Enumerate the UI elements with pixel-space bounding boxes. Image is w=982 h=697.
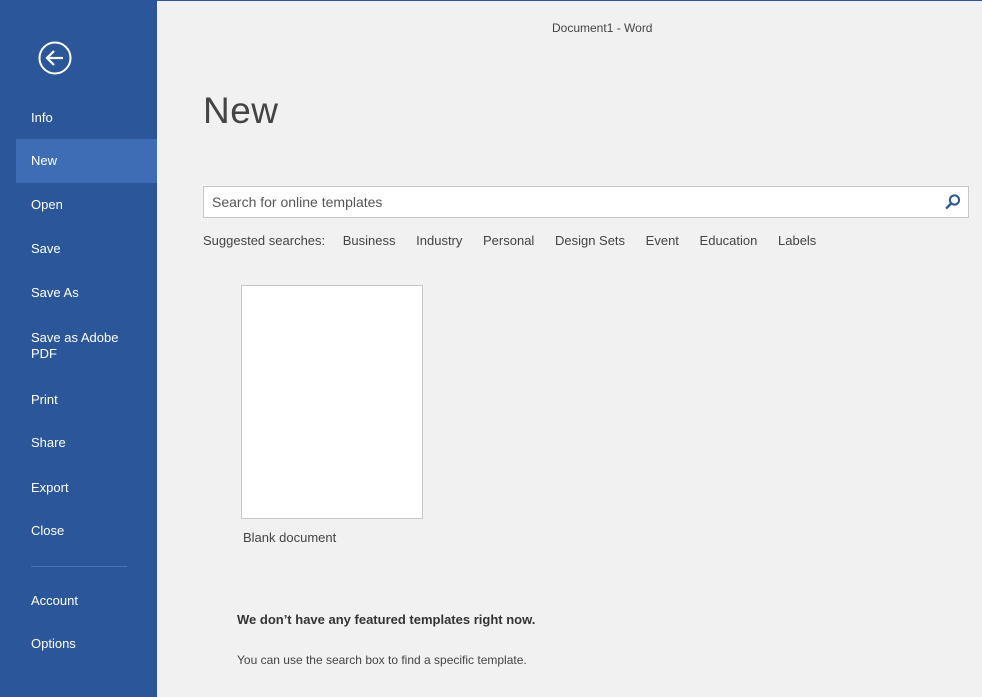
template-search-input[interactable] (204, 187, 924, 217)
sidebar-item-close[interactable]: Close (0, 509, 157, 553)
template-thumbnail (241, 285, 423, 519)
window-title: Document1 - Word (552, 21, 653, 35)
sidebar-item-share[interactable]: Share (0, 421, 157, 465)
title-bar-accent-line (157, 0, 982, 1)
sidebar-divider (31, 566, 127, 567)
template-blank-document[interactable]: Blank document (241, 285, 424, 550)
back-button[interactable] (37, 40, 73, 76)
sidebar-item-new[interactable]: New (16, 139, 157, 183)
suggested-searches: Suggested searches: Business Industry Pe… (203, 233, 833, 248)
search-button[interactable] (944, 193, 962, 211)
sidebar-item-label: Save as Adobe PDF (31, 330, 119, 361)
sidebar-item-export[interactable]: Export (0, 466, 157, 510)
page-title: New (203, 90, 279, 131)
suggested-link-event[interactable]: Event (646, 233, 679, 248)
sidebar-item-account[interactable]: Account (0, 579, 157, 623)
suggested-link-design-sets[interactable]: Design Sets (555, 233, 625, 248)
sidebar-item-options[interactable]: Options (0, 622, 157, 666)
no-featured-templates-message: We don’t have any featured templates rig… (237, 612, 536, 627)
sidebar-item-save-as-adobe-pdf[interactable]: Save as Adobe PDF (0, 318, 157, 378)
suggested-link-industry[interactable]: Industry (416, 233, 462, 248)
search-hint-text: You can use the search box to find a spe… (237, 653, 527, 667)
search-icon (945, 194, 961, 210)
sidebar-item-open[interactable]: Open (0, 183, 157, 227)
suggested-link-personal[interactable]: Personal (483, 233, 534, 248)
sidebar-item-save[interactable]: Save (0, 227, 157, 271)
template-search-box (203, 186, 969, 218)
backstage-sidebar: Info New Open Save Save As Save as Adobe… (0, 0, 157, 697)
suggested-link-labels[interactable]: Labels (778, 233, 816, 248)
suggested-searches-label: Suggested searches: (203, 233, 326, 248)
suggested-link-education[interactable]: Education (700, 233, 758, 248)
sidebar-item-save-as[interactable]: Save As (0, 271, 157, 315)
back-arrow-circle-icon (38, 41, 72, 75)
template-label: Blank document (243, 530, 337, 545)
backstage-view: Info New Open Save Save As Save as Adobe… (0, 0, 982, 697)
sidebar-item-info[interactable]: Info (0, 96, 157, 140)
sidebar-item-print[interactable]: Print (0, 378, 157, 422)
suggested-link-business[interactable]: Business (343, 233, 396, 248)
